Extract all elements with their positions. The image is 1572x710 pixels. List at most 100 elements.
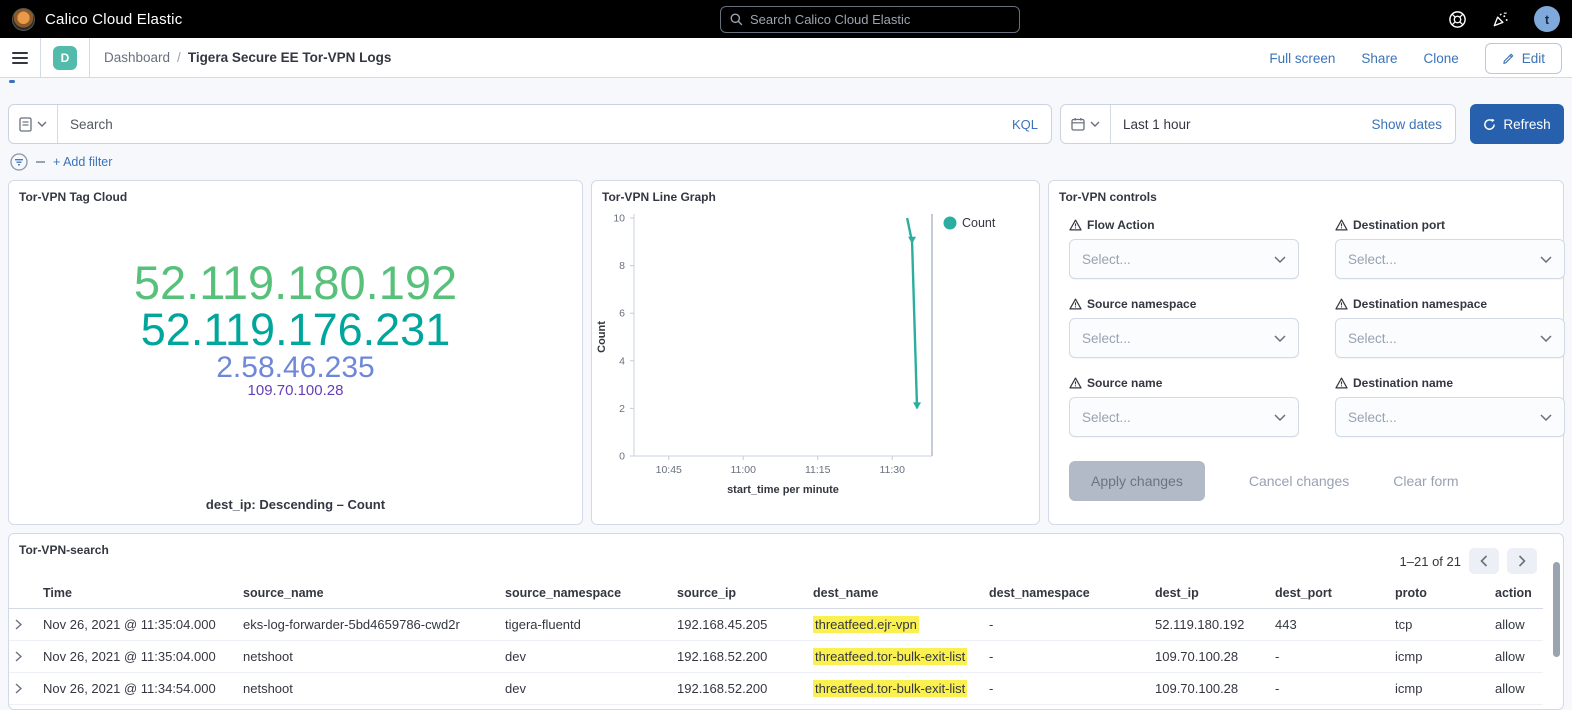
column-header: source_ip [671,578,807,609]
global-search-placeholder: Search Calico Cloud Elastic [750,12,910,27]
cancel-changes-button[interactable]: Cancel changes [1249,473,1349,489]
table-cell: icmp [1389,673,1489,705]
table-cell: - [1269,673,1389,705]
warning-triangle-icon [1335,298,1348,310]
calico-logo-icon [12,8,35,31]
column-header: source_namespace [499,578,671,609]
controls-form: Flow ActionSelect...Destination portSele… [1049,204,1563,437]
apply-changes-button[interactable]: Apply changes [1069,461,1205,501]
dashboard-app-badge[interactable]: D [53,46,77,70]
clone-button[interactable]: Clone [1423,51,1458,66]
warning-triangle-icon [1069,219,1082,231]
control-field-label: Flow Action [1087,218,1155,232]
legend-dot [944,217,957,230]
table-scrollbar[interactable] [1553,562,1560,702]
svg-text:4: 4 [619,355,625,367]
breadcrumb-dashboard-link[interactable]: Dashboard [104,50,170,65]
full-screen-button[interactable]: Full screen [1269,51,1335,66]
query-search-bar[interactable]: Search KQL [8,104,1052,144]
calendar-icon [1071,117,1085,131]
show-dates-button[interactable]: Show dates [1371,117,1455,132]
help-life-ring-icon[interactable] [1448,10,1467,29]
table-cell: - [983,673,1149,705]
table-cell: dev [499,673,671,705]
calendar-menu-button[interactable] [1061,105,1111,143]
table-cell: 192.168.52.200 [671,673,807,705]
tag-cloud: 52.119.180.19252.119.176.2312.58.46.2351… [9,259,582,399]
warning-triangle-icon [1335,377,1348,389]
control-field: Source name Select... [1069,376,1299,437]
control-field: Destination portSelect... [1335,218,1565,279]
control-select-placeholder: Select... [1082,410,1274,425]
table-cell: allow [1489,609,1543,641]
svg-text:6: 6 [619,308,625,320]
table-cell: 192.168.45.205 [671,609,807,641]
control-select[interactable]: Select... [1069,318,1299,358]
control-select-placeholder: Select... [1348,410,1540,425]
tag-cloud-word[interactable]: 52.119.180.192 [134,259,457,307]
query-input-placeholder[interactable]: Search [58,117,1012,132]
table-header-row: Timesource_namesource_namespacesource_ip… [9,578,1543,609]
table-cell: allow [1489,673,1543,705]
page-title: Tigera Secure EE Tor-VPN Logs [188,50,392,65]
nav-menu-toggle[interactable] [0,38,41,78]
user-avatar[interactable]: t [1534,6,1560,32]
chevron-down-icon [1540,414,1552,421]
breadcrumb: Dashboard / Tigera Secure EE Tor-VPN Log… [90,50,391,65]
time-range-value[interactable]: Last 1 hour [1111,117,1371,132]
global-header: Calico Cloud Elastic Search Calico Cloud… [0,0,1572,38]
share-button[interactable]: Share [1361,51,1397,66]
filter-funnel-icon[interactable] [10,153,28,171]
panel-tag-cloud: Tor-VPN Tag Cloud 52.119.180.19252.119.1… [8,180,583,525]
tag-cloud-word[interactable]: 109.70.100.28 [248,383,344,398]
table-row: Nov 26, 2021 @ 11:34:54.000netshootdev19… [9,673,1543,705]
table-cell: - [983,641,1149,673]
panel-controls-title: Tor-VPN controls [1049,181,1563,204]
table-row: Nov 26, 2021 @ 11:35:04.000netshootdev19… [9,641,1543,673]
table-scrollbar-thumb[interactable] [1553,562,1560,657]
panel-search-table: Tor-VPN-search 1–21 of 21 Timesource_nam… [8,533,1564,710]
control-field: Destination namespaceSelect... [1335,297,1565,358]
newsfeed-party-popper-icon[interactable] [1491,10,1510,29]
saved-query-menu-button[interactable] [9,105,58,143]
control-select[interactable]: Select... [1335,318,1565,358]
control-select[interactable]: Select... [1335,239,1565,279]
svg-text:start_time per minute: start_time per minute [727,484,839,496]
chevron-down-icon [1540,256,1552,263]
dashboard-app-badge-seg: D [41,38,90,78]
table-cell: threatfeed.ejr-vpn [807,609,983,641]
pagination-next-button[interactable] [1507,548,1537,574]
table-cell: - [983,609,1149,641]
control-select-placeholder: Select... [1348,252,1540,267]
control-select[interactable]: Select... [1069,239,1299,279]
table-cell: 192.168.52.200 [671,641,807,673]
hamburger-menu-icon[interactable] [12,52,28,64]
tag-cloud-word[interactable]: 2.58.46.235 [216,353,374,384]
chevron-down-icon [1090,121,1100,127]
row-expander-chevron-icon[interactable] [9,609,37,641]
clear-form-button[interactable]: Clear form [1393,473,1458,489]
panel-line-graph-title: Tor-VPN Line Graph [592,181,1039,204]
tag-cloud-word[interactable]: 52.119.176.231 [141,307,450,353]
table-cell: netshoot [237,641,499,673]
column-header: dest_name [807,578,983,609]
tag-cloud-caption: dest_ip: Descending – Count [9,497,582,512]
time-range-picker[interactable]: Last 1 hour Show dates [1060,104,1456,144]
svg-text:11:00: 11:00 [730,464,756,476]
search-icon [730,13,743,26]
row-expander-chevron-icon[interactable] [9,673,37,705]
row-expander-chevron-icon[interactable] [9,641,37,673]
kql-language-button[interactable]: KQL [1012,117,1051,132]
global-search-input[interactable]: Search Calico Cloud Elastic [720,6,1020,33]
column-header: proto [1389,578,1489,609]
add-filter-button[interactable]: + Add filter [53,155,112,169]
edit-button[interactable]: Edit [1485,43,1562,74]
control-select[interactable]: Select... [1069,397,1299,437]
control-field-label: Source name [1087,376,1162,390]
app-title: Calico Cloud Elastic [45,11,182,28]
pencil-icon [1502,52,1515,65]
control-select[interactable]: Select... [1335,397,1565,437]
svg-text:10: 10 [613,213,625,225]
refresh-button[interactable]: Refresh [1470,104,1564,144]
pagination-prev-button[interactable] [1469,548,1499,574]
